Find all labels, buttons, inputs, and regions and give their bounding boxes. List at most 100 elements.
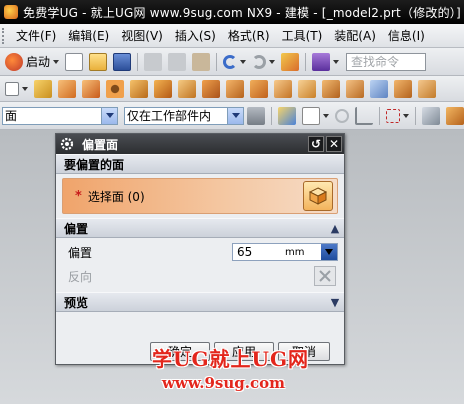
arrow-icon[interactable] [355, 106, 373, 125]
offset-field-row: 偏置 65 mm [56, 240, 344, 264]
offset-face-icon[interactable] [394, 79, 412, 98]
faces-to-offset-section-header[interactable]: 要偏置的面 [56, 154, 344, 174]
menu-insert[interactable]: 插入(S) [169, 26, 222, 46]
separator [137, 52, 139, 71]
sketch-dropdown-icon[interactable] [22, 86, 28, 91]
menu-assembly[interactable]: 装配(A) [328, 26, 382, 46]
separator [305, 52, 307, 71]
close-button[interactable]: ✕ [326, 136, 342, 152]
point-icon[interactable] [335, 108, 349, 123]
snap-point-dropdown-icon[interactable] [323, 113, 329, 118]
datum-icon[interactable] [34, 79, 52, 98]
menu-file[interactable]: 文件(F) [10, 26, 62, 46]
cancel-button[interactable]: 取消 [278, 341, 330, 361]
redo-dropdown-icon[interactable] [269, 59, 276, 64]
reverse-label: 反向 [68, 269, 93, 284]
value-options-button[interactable] [321, 244, 337, 260]
extrude-icon[interactable] [58, 79, 76, 98]
undo-icon[interactable] [223, 54, 238, 69]
command-finder-dropdown-icon[interactable] [333, 59, 340, 64]
sketch-icon[interactable] [5, 81, 19, 96]
menu-tools[interactable]: 工具(T) [276, 26, 329, 46]
offset-value-input[interactable]: 65 mm [232, 243, 338, 261]
rectangle-select-icon[interactable] [386, 108, 400, 123]
trim-body-icon[interactable] [370, 79, 388, 98]
command-finder-icon[interactable] [312, 52, 331, 71]
preview-section-header[interactable]: 预览 ▼ [56, 292, 344, 312]
chevron-down-icon[interactable]: ▼ [326, 296, 344, 309]
apply-button[interactable]: 应用 [214, 341, 274, 361]
general-select-icon[interactable] [278, 106, 296, 125]
standard-toolbar: 启动 查找命令 [0, 48, 464, 76]
snap-point-icon[interactable] [302, 106, 320, 125]
view-cube-icon[interactable] [422, 106, 440, 125]
boss-icon[interactable] [130, 79, 148, 98]
selection-scope-icon[interactable] [247, 106, 265, 125]
reverse-direction-button[interactable] [314, 266, 336, 286]
start-button[interactable]: 启动 [2, 51, 53, 73]
section-label: 要偏置的面 [64, 157, 125, 172]
edge-blend-icon[interactable] [298, 79, 316, 98]
revolve-icon[interactable] [82, 79, 100, 98]
command-search-input[interactable]: 查找命令 [346, 52, 427, 71]
menu-view[interactable]: 视图(V) [115, 26, 169, 46]
shell-icon[interactable] [346, 79, 364, 98]
select-face-label: 选择面 (0) [87, 189, 145, 204]
paste-icon[interactable] [192, 52, 211, 71]
selection-scope-value: 仅在工作部件内 [127, 109, 212, 123]
separator [415, 106, 416, 125]
type-filter-combo[interactable]: 面 [2, 106, 118, 125]
hole-icon[interactable] [106, 79, 124, 98]
type-filter-value: 面 [5, 109, 18, 123]
dialog-title: 偏置面 [82, 137, 119, 152]
copy-icon[interactable] [168, 52, 187, 71]
menu-information[interactable]: 信息(I) [382, 26, 431, 46]
chevron-up-icon[interactable]: ▲ [326, 222, 344, 235]
rectangle-select-dropdown-icon[interactable] [403, 113, 409, 118]
dialog-button-row: 确定 应用 取消 [56, 338, 344, 364]
separator [379, 106, 380, 125]
ok-button[interactable]: 确定 [150, 341, 210, 361]
groove-icon[interactable] [226, 79, 244, 98]
undo-dropdown-icon[interactable] [240, 59, 247, 64]
offset-label: 偏置 [68, 245, 93, 260]
selection-scope-combo[interactable]: 仅在工作部件内 [124, 106, 244, 125]
offset-value[interactable]: 65 [233, 245, 285, 259]
slot-icon[interactable] [202, 79, 220, 98]
render-style-icon[interactable] [446, 106, 464, 125]
reverse-direction-icon [319, 270, 331, 282]
window-title: 免费学UG - 就上UG网 www.9sug.com NX9 - 建模 - [_… [23, 5, 461, 20]
cut-icon[interactable] [144, 52, 163, 71]
section-label: 预览 [64, 295, 89, 310]
chamfer-icon[interactable] [322, 79, 340, 98]
open-folder-icon[interactable] [89, 52, 108, 71]
chevron-down-icon[interactable] [101, 107, 117, 124]
new-file-icon[interactable] [65, 52, 84, 71]
separator [271, 106, 272, 125]
face-selection-button[interactable] [303, 181, 333, 211]
pad-icon[interactable] [178, 79, 196, 98]
chevron-down-icon[interactable] [227, 107, 243, 124]
close-icon: ✕ [328, 137, 340, 151]
draft-icon[interactable] [418, 79, 436, 98]
menu-grip[interactable] [2, 27, 8, 44]
pocket-icon[interactable] [154, 79, 172, 98]
menu-edit[interactable]: 编辑(E) [62, 26, 115, 46]
delete-icon[interactable] [281, 52, 300, 71]
select-face-row[interactable]: * 选择面 (0) [62, 178, 338, 214]
save-icon[interactable] [113, 52, 132, 71]
start-dropdown-icon[interactable] [53, 59, 60, 64]
selection-toolbar: 面 仅在工作部件内 [0, 102, 464, 130]
dialog-title-bar: 偏置面 ↺ ✕ [56, 134, 344, 154]
menu-format[interactable]: 格式(R) [222, 26, 276, 46]
separator [216, 52, 218, 71]
gear-icon[interactable] [60, 137, 74, 151]
offset-unit: mm [285, 246, 305, 258]
offset-section-header[interactable]: 偏置 ▲ [56, 218, 344, 238]
redo-icon[interactable] [252, 54, 267, 69]
offset-face-dialog: 偏置面 ↺ ✕ 要偏置的面 * 选择面 (0) 偏置 ▲ 偏置 65 mm 反向 [55, 133, 345, 365]
nx-app-icon [4, 5, 18, 19]
unite-icon[interactable] [250, 79, 268, 98]
reset-button[interactable]: ↺ [308, 136, 324, 152]
pattern-icon[interactable] [274, 79, 292, 98]
